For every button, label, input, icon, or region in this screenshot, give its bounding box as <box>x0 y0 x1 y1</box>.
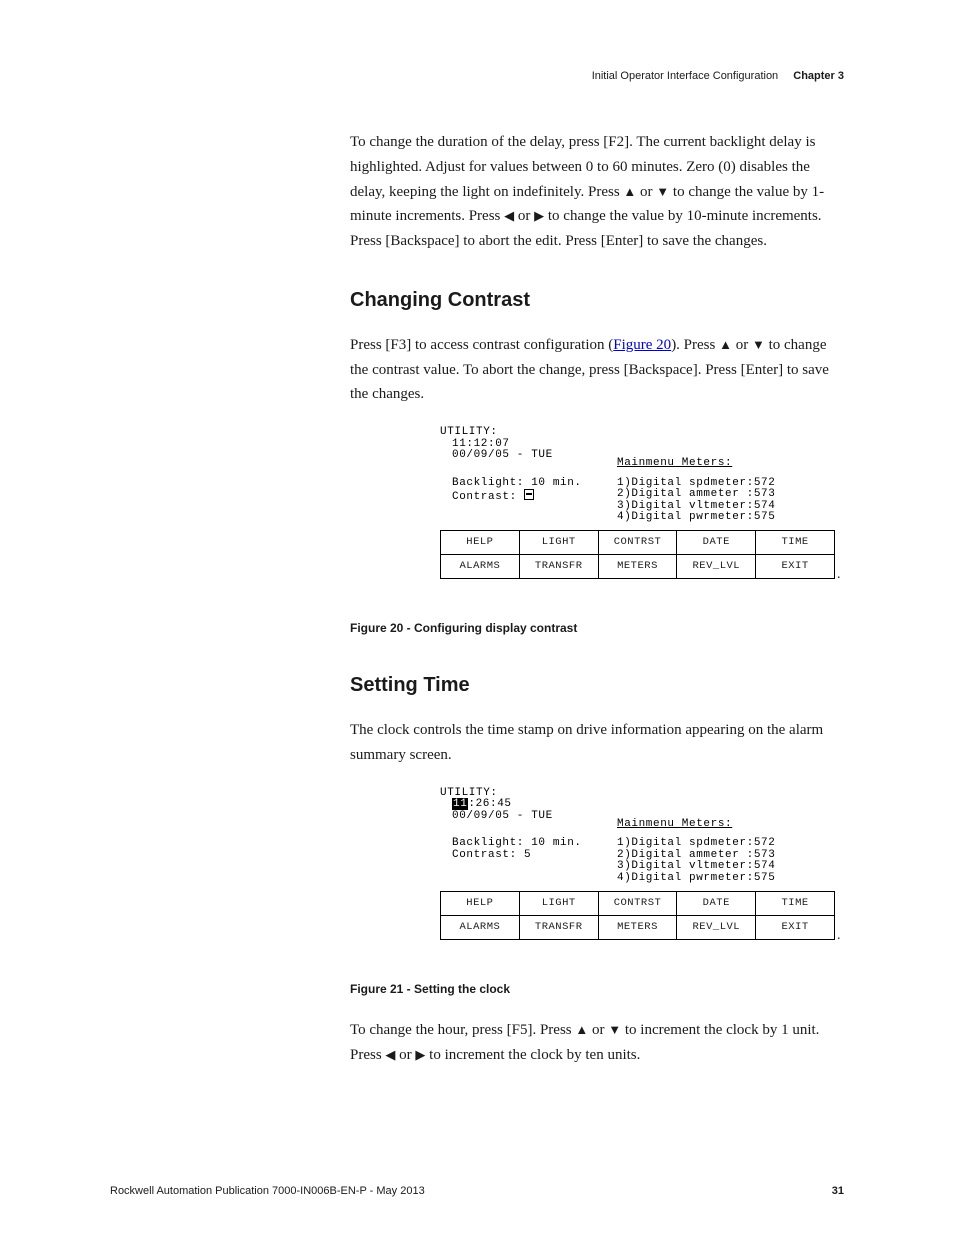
softkey-contrst[interactable]: CONTRST <box>599 891 678 916</box>
footer-publication: Rockwell Automation Publication 7000-IN0… <box>110 1185 425 1197</box>
softkey-light[interactable]: LIGHT <box>520 891 599 916</box>
paragraph-contrast: Press [F3] to access contrast configurat… <box>350 333 844 407</box>
link-figure-20[interactable]: Figure 20 <box>613 337 671 353</box>
screen-mainmenu: Mainmenu Meters: <box>617 458 732 470</box>
screen-title: UTILITY: <box>440 427 844 439</box>
softkey-help[interactable]: HELP <box>440 891 520 916</box>
softkey-meters[interactable]: METERS <box>599 555 678 579</box>
cursor-icon <box>524 489 534 500</box>
softkey-exit[interactable]: EXIT <box>756 555 835 579</box>
right-triangle-icon: ▶ <box>534 205 544 226</box>
footer-page-number: 31 <box>832 1185 844 1197</box>
figure-21-caption: Figure 21 - Setting the clock <box>350 980 844 1000</box>
softkey-alarms[interactable]: ALARMS <box>440 555 520 579</box>
up-triangle-icon: ▲ <box>623 181 636 202</box>
page-header: Initial Operator Interface Configuration… <box>592 70 844 82</box>
screen-date: 00/09/05 - TUE <box>452 450 617 470</box>
screen-mainmenu: Mainmenu Meters: <box>617 819 732 831</box>
heading-changing-contrast: Changing Contrast <box>350 284 844 317</box>
down-triangle-icon: ▼ <box>656 181 669 202</box>
header-chapter: Chapter 3 <box>793 70 844 82</box>
softkey-time[interactable]: TIME <box>756 891 835 916</box>
heading-setting-time: Setting Time <box>350 669 844 702</box>
down-triangle-icon: ▼ <box>608 1019 621 1040</box>
figure-21-screen: UTILITY: 11:26:45 00/09/05 - TUE Mainmen… <box>440 788 844 940</box>
paragraph-change-hour: To change the hour, press [F5]. Press ▲ … <box>350 1018 844 1068</box>
softkey-light[interactable]: LIGHT <box>520 530 599 555</box>
screen-date: 00/09/05 - TUE <box>452 811 617 831</box>
screen-meters-list: 1)Digital spdmeter:572 2)Digital ammeter… <box>617 478 775 524</box>
softkey-row-1: HELP LIGHT CONTRST DATE TIME <box>440 530 835 555</box>
figure-20-caption: Figure 20 - Configuring display contrast <box>350 619 844 639</box>
softkey-exit[interactable]: EXIT <box>756 916 835 940</box>
softkey-revlvl[interactable]: REV_LVL <box>677 916 756 940</box>
right-triangle-icon: ▶ <box>415 1044 425 1065</box>
softkey-revlvl[interactable]: REV_LVL <box>677 555 756 579</box>
softkey-help[interactable]: HELP <box>440 530 520 555</box>
screen-meters-list: 1)Digital spdmeter:572 2)Digital ammeter… <box>617 838 775 884</box>
softkey-transfr[interactable]: TRANSFR <box>520 916 599 940</box>
softkey-transfr[interactable]: TRANSFR <box>520 555 599 579</box>
paragraph-delay: To change the duration of the delay, pre… <box>350 130 844 254</box>
up-triangle-icon: ▲ <box>575 1019 588 1040</box>
page-footer: Rockwell Automation Publication 7000-IN0… <box>0 1185 954 1197</box>
figure-20-screen: UTILITY: 11:12:07 00/09/05 - TUE Mainmen… <box>440 427 844 579</box>
down-triangle-icon: ▼ <box>752 334 765 355</box>
softkey-date[interactable]: DATE <box>677 530 756 555</box>
softkey-time[interactable]: TIME <box>756 530 835 555</box>
screen-contrast: Contrast: <box>452 489 617 504</box>
softkey-contrst[interactable]: CONTRST <box>599 530 678 555</box>
screen-contrast: Contrast: 5 <box>452 850 617 862</box>
up-triangle-icon: ▲ <box>719 334 732 355</box>
left-triangle-icon: ◀ <box>385 1044 395 1065</box>
paragraph-clock-intro: The clock controls the time stamp on dri… <box>350 718 844 768</box>
header-section: Initial Operator Interface Configuration <box>592 70 779 82</box>
softkey-row-2: ALARMS TRANSFR METERS REV_LVL EXIT <box>440 916 835 940</box>
left-triangle-icon: ◀ <box>504 205 514 226</box>
softkey-meters[interactable]: METERS <box>599 916 678 940</box>
softkey-row-2: ALARMS TRANSFR METERS REV_LVL EXIT <box>440 555 835 579</box>
softkey-alarms[interactable]: ALARMS <box>440 916 520 940</box>
softkey-row-1: HELP LIGHT CONTRST DATE TIME <box>440 891 835 916</box>
screen-backlight: Backlight: 10 min. <box>452 478 617 490</box>
softkey-date[interactable]: DATE <box>677 891 756 916</box>
